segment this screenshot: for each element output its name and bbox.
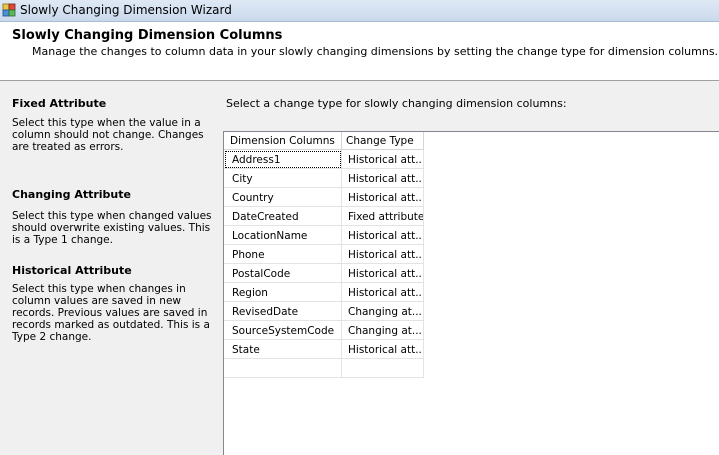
- change-type-cell[interactable]: Historical att...: [342, 226, 424, 245]
- column-header-dimension-columns[interactable]: Dimension Columns: [224, 132, 342, 150]
- change-type-cell[interactable]: Historical att...: [342, 340, 424, 359]
- change-type-cell[interactable]: Fixed attribute: [342, 207, 424, 226]
- table-row[interactable]: State Historical att...: [224, 340, 424, 359]
- table-row[interactable]: RevisedDate Changing at...: [224, 302, 424, 321]
- page-subtitle: Manage the changes to column data in you…: [32, 45, 719, 58]
- dimension-column-cell[interactable]: State: [224, 340, 342, 359]
- table-row[interactable]: LocationName Historical att...: [224, 226, 424, 245]
- page-header: Slowly Changing Dimension Columns Manage…: [0, 22, 719, 81]
- change-type-cell[interactable]: Historical att...: [342, 245, 424, 264]
- table-row[interactable]: PostalCode Historical att...: [224, 264, 424, 283]
- historical-attribute-heading: Historical Attribute: [12, 264, 132, 277]
- dimension-column-cell[interactable]: [224, 359, 342, 378]
- dimension-column-cell[interactable]: RevisedDate: [224, 302, 342, 321]
- change-type-cell[interactable]: Historical att...: [342, 169, 424, 188]
- dimension-column-cell[interactable]: DateCreated: [224, 207, 342, 226]
- new-row[interactable]: [224, 359, 424, 378]
- table-row[interactable]: Phone Historical att...: [224, 245, 424, 264]
- dimension-column-cell[interactable]: City: [224, 169, 342, 188]
- dimension-column-cell[interactable]: Address1: [224, 150, 342, 169]
- changing-attribute-description: Select this type when changed values sho…: [12, 210, 212, 246]
- dimension-column-cell[interactable]: Phone: [224, 245, 342, 264]
- fixed-attribute-description: Select this type when the value in a col…: [12, 117, 204, 153]
- grid-header: Dimension Columns Change Type: [224, 132, 424, 150]
- window-title: Slowly Changing Dimension Wizard: [20, 3, 232, 17]
- change-type-cell[interactable]: Changing at...: [342, 321, 424, 340]
- dimension-columns-grid[interactable]: Dimension Columns Change Type Address1 H…: [223, 131, 719, 455]
- table-row[interactable]: City Historical att...: [224, 169, 424, 188]
- change-type-cell[interactable]: Historical att...: [342, 264, 424, 283]
- dimension-column-cell[interactable]: Country: [224, 188, 342, 207]
- change-type-cell[interactable]: [342, 359, 424, 378]
- change-type-cell[interactable]: Historical att...: [342, 188, 424, 207]
- table-row[interactable]: Region Historical att...: [224, 283, 424, 302]
- fixed-attribute-heading: Fixed Attribute: [12, 97, 107, 110]
- dimension-column-cell[interactable]: PostalCode: [224, 264, 342, 283]
- table-row[interactable]: SourceSystemCode Changing at...: [224, 321, 424, 340]
- column-header-change-type[interactable]: Change Type: [342, 132, 424, 150]
- table-row[interactable]: DateCreated Fixed attribute: [224, 207, 424, 226]
- grid-instruction: Select a change type for slowly changing…: [226, 97, 567, 110]
- dimension-column-cell[interactable]: Region: [224, 283, 342, 302]
- change-type-cell[interactable]: Changing at...: [342, 302, 424, 321]
- dimension-column-cell[interactable]: LocationName: [224, 226, 342, 245]
- table-row[interactable]: Country Historical att...: [224, 188, 424, 207]
- change-type-cell[interactable]: Historical att...: [342, 283, 424, 302]
- table-row[interactable]: Address1 Historical att...: [224, 150, 424, 169]
- change-type-cell[interactable]: Historical att...: [342, 150, 424, 169]
- page-title: Slowly Changing Dimension Columns: [12, 28, 283, 43]
- wizard-window: Slowly Changing Dimension Wizard Slowly …: [0, 0, 719, 455]
- changing-attribute-heading: Changing Attribute: [12, 188, 131, 201]
- wizard-app-icon: [2, 3, 16, 17]
- title-bar[interactable]: Slowly Changing Dimension Wizard: [0, 0, 719, 22]
- historical-attribute-description: Select this type when changes in column …: [12, 283, 210, 343]
- dimension-column-cell[interactable]: SourceSystemCode: [224, 321, 342, 340]
